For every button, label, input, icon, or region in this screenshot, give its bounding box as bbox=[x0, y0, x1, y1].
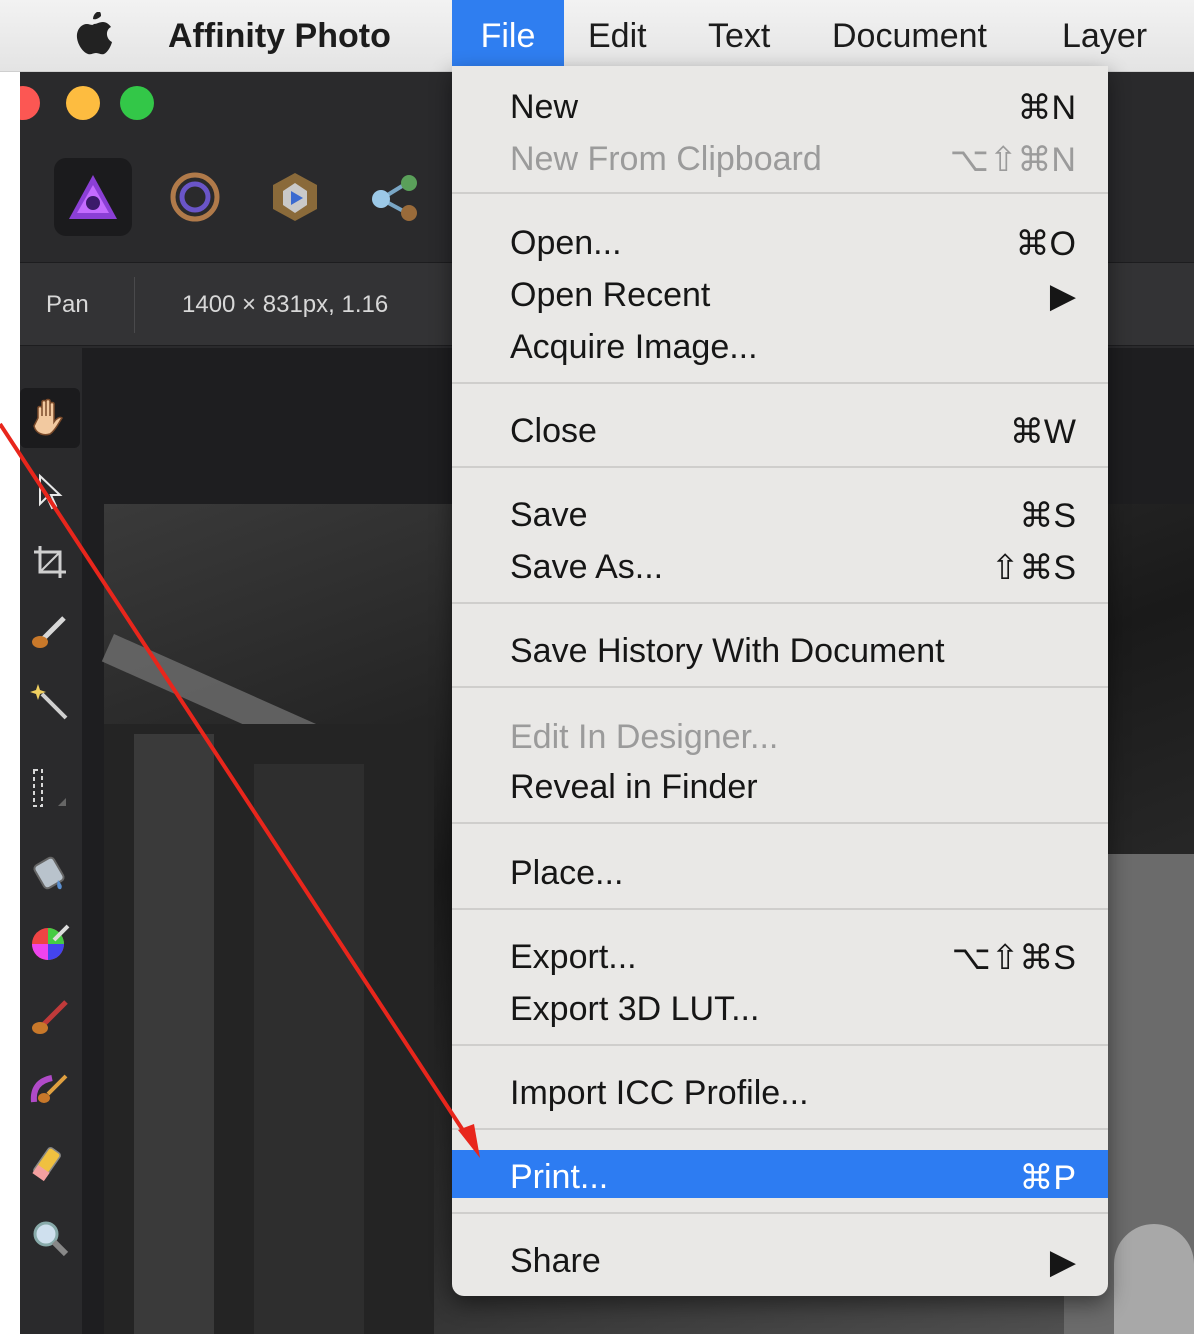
eraser-icon[interactable] bbox=[20, 1134, 80, 1194]
tools-panel bbox=[20, 348, 82, 1334]
menu-file[interactable]: File bbox=[452, 0, 564, 72]
menu-bar: Affinity Photo File Edit Text Document L… bbox=[0, 0, 1194, 72]
menu-item-export-3d-lut[interactable]: Export 3D LUT... bbox=[452, 982, 1108, 1030]
app-name-menu[interactable]: Affinity Photo bbox=[168, 0, 391, 72]
menu-item-import-icc-profile[interactable]: Import ICC Profile... bbox=[452, 1066, 1108, 1114]
menu-item-place[interactable]: Place... bbox=[452, 846, 1108, 894]
hand-icon[interactable] bbox=[20, 388, 80, 448]
menu-item-print[interactable]: Print... ⌘P bbox=[452, 1150, 1108, 1198]
minimize-window-button[interactable] bbox=[66, 86, 100, 120]
file-menu-dropdown: New ⌘N New From Clipboard ⌥⇧⌘N Open... ⌘… bbox=[452, 66, 1108, 1296]
magic-wand-icon[interactable] bbox=[20, 672, 80, 732]
color-picker-icon[interactable] bbox=[20, 912, 80, 972]
menu-item-new[interactable]: New ⌘N bbox=[452, 80, 1108, 128]
menu-divider bbox=[452, 602, 1108, 604]
liquify-persona-icon[interactable] bbox=[156, 158, 234, 236]
menu-divider bbox=[452, 382, 1108, 384]
menu-item-close[interactable]: Close ⌘W bbox=[452, 404, 1108, 452]
paint-brush-icon[interactable] bbox=[20, 988, 80, 1048]
close-window-button[interactable] bbox=[20, 86, 40, 120]
apple-icon[interactable] bbox=[74, 12, 114, 58]
menu-item-open-recent[interactable]: Open Recent ▶ bbox=[452, 268, 1108, 316]
pointer-icon[interactable] bbox=[20, 462, 80, 522]
menu-divider bbox=[452, 1128, 1108, 1130]
brush-icon[interactable] bbox=[20, 602, 80, 662]
selection-brush-icon[interactable] bbox=[20, 1060, 80, 1120]
menu-divider bbox=[452, 822, 1108, 824]
menu-divider bbox=[452, 1044, 1108, 1046]
menu-document[interactable]: Document bbox=[832, 0, 987, 72]
menu-divider bbox=[452, 1212, 1108, 1214]
menu-item-export[interactable]: Export... ⌥⇧⌘S bbox=[452, 930, 1108, 978]
marquee-icon[interactable] bbox=[20, 758, 80, 818]
develop-persona-icon[interactable] bbox=[256, 158, 334, 236]
menu-edit[interactable]: Edit bbox=[588, 0, 647, 72]
menu-item-save-history[interactable]: Save History With Document bbox=[452, 624, 1108, 672]
menu-item-reveal-in-finder[interactable]: Reveal in Finder bbox=[452, 760, 1108, 808]
menu-item-save[interactable]: Save ⌘S bbox=[452, 488, 1108, 536]
submenu-arrow-icon: ▶ bbox=[1049, 1243, 1076, 1281]
zoom-icon[interactable] bbox=[20, 1208, 80, 1268]
menu-text[interactable]: Text bbox=[708, 0, 770, 72]
menu-divider bbox=[452, 686, 1108, 688]
zoom-window-button[interactable] bbox=[120, 86, 154, 120]
menu-item-save-as[interactable]: Save As... ⇧⌘S bbox=[452, 540, 1108, 588]
photo-persona-icon[interactable] bbox=[54, 158, 132, 236]
document-info: 1400 × 831px, 1.16 bbox=[182, 291, 389, 318]
export-persona-icon[interactable] bbox=[356, 158, 434, 236]
menu-layer[interactable]: Layer bbox=[1062, 0, 1147, 72]
menu-divider bbox=[452, 192, 1108, 194]
submenu-arrow-icon: ▶ bbox=[1049, 277, 1076, 315]
menu-item-acquire-image[interactable]: Acquire Image... bbox=[452, 320, 1108, 368]
crop-icon[interactable] bbox=[20, 532, 80, 592]
menu-divider bbox=[452, 908, 1108, 910]
menu-item-new-from-clipboard: New From Clipboard ⌥⇧⌘N bbox=[510, 140, 1076, 179]
fill-icon[interactable] bbox=[20, 842, 80, 902]
menu-item-share[interactable]: Share ▶ bbox=[452, 1234, 1108, 1282]
divider bbox=[134, 277, 135, 333]
current-tool-label: Pan bbox=[46, 291, 89, 318]
menu-item-open[interactable]: Open... ⌘O bbox=[452, 216, 1108, 264]
menu-divider bbox=[452, 466, 1108, 468]
menu-item-edit-in-designer: Edit In Designer... bbox=[510, 718, 779, 756]
